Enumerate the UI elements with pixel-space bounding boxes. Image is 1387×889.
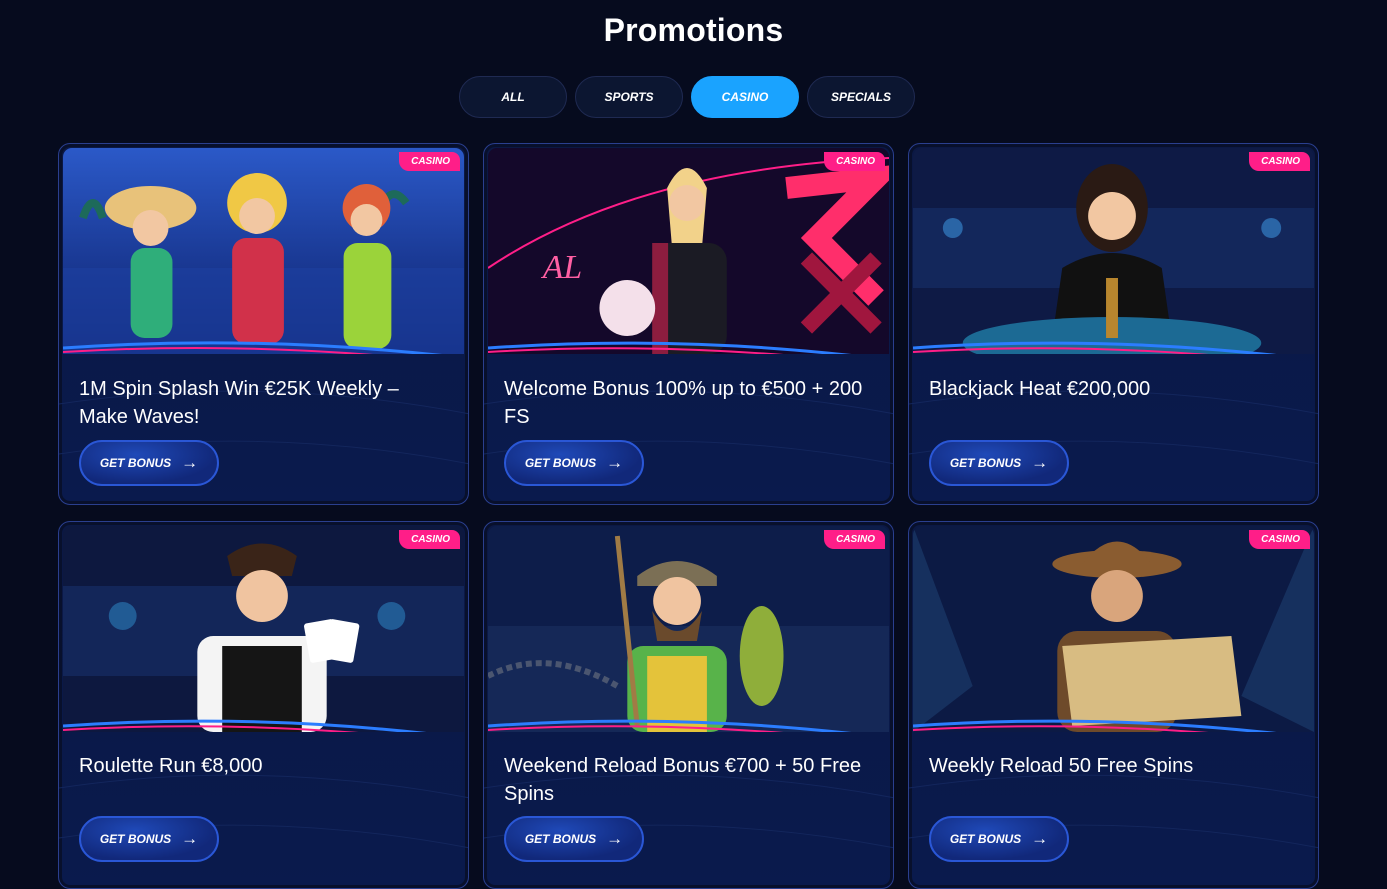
category-badge: CASINO [1249,152,1310,171]
promo-category-tabs: ALL SPORTS CASINO SPECIALS [459,76,915,118]
get-bonus-label: GET BONUS [524,832,597,846]
promo-image-blackjack-croupier: CASINO [913,148,1314,354]
promo-card[interactable]: CASINO Roulette Run €8,000 GET BONUS → [58,521,469,889]
promo-card[interactable]: CASINO 1M Spin Splash Win €25K Weekly – … [58,143,469,505]
promo-card[interactable]: CASINO Weekend Reload Bonus €700 + 50 Fr… [483,521,894,889]
promo-card[interactable]: AL CASINO Welcome Bonus 100% up to €500 … [483,143,894,505]
arrow-right-icon: → [606,453,624,472]
category-badge: CASINO [1249,530,1310,549]
tab-specials[interactable]: SPECIALS [807,76,915,118]
promo-image-roulette-croupier: CASINO [63,526,464,732]
get-bonus-label: GET BONUS [99,832,172,846]
get-bonus-button[interactable]: GET BONUS → [504,440,644,486]
promo-title: Blackjack Heat €200,000 [929,378,1151,400]
category-badge: CASINO [399,152,460,171]
get-bonus-label: GET BONUS [949,832,1022,846]
get-bonus-button[interactable]: GET BONUS → [79,816,219,862]
promo-image-cowboy-treasure: CASINO [913,526,1314,732]
get-bonus-button[interactable]: GET BONUS → [79,440,219,486]
get-bonus-button[interactable]: GET BONUS → [504,816,644,862]
promo-card[interactable]: CASINO Blackjack Heat €200,000 GET BONUS… [908,143,1319,505]
promo-image-fisherman: CASINO [488,526,889,732]
page-title: Promotions [603,12,784,48]
category-badge: CASINO [399,530,460,549]
promo-title: Weekly Reload 50 Free Spins [929,755,1194,777]
category-badge: CASINO [824,152,885,171]
promo-title: 1M Spin Splash Win €25K Weekly – Make Wa… [79,378,399,428]
promo-image-football-player: AL CASINO [488,148,889,354]
promo-title: Welcome Bonus 100% up to €500 + 200 FS [504,378,863,428]
arrow-right-icon: → [606,829,624,848]
tab-casino[interactable]: CASINO [691,76,799,118]
get-bonus-button[interactable]: GET BONUS → [929,816,1069,862]
arrow-right-icon: → [181,453,199,472]
promo-card[interactable]: CASINO Weekly Reload 50 Free Spins GET B… [908,521,1319,889]
get-bonus-button[interactable]: GET BONUS → [929,440,1069,486]
tab-sports[interactable]: SPORTS [575,76,683,118]
svg-text:AL: AL [541,249,582,286]
get-bonus-label: GET BONUS [524,456,597,470]
category-badge: CASINO [824,530,885,549]
arrow-right-icon: → [1031,453,1049,472]
arrow-right-icon: → [1031,829,1049,848]
promo-title: Weekend Reload Bonus €700 + 50 Free Spin… [504,755,862,805]
promo-image-pool-party: CASINO [63,148,464,354]
get-bonus-label: GET BONUS [99,456,172,470]
get-bonus-label: GET BONUS [949,456,1022,470]
tab-all[interactable]: ALL [459,76,567,118]
promo-title: Roulette Run €8,000 [79,755,263,777]
arrow-right-icon: → [181,829,199,848]
